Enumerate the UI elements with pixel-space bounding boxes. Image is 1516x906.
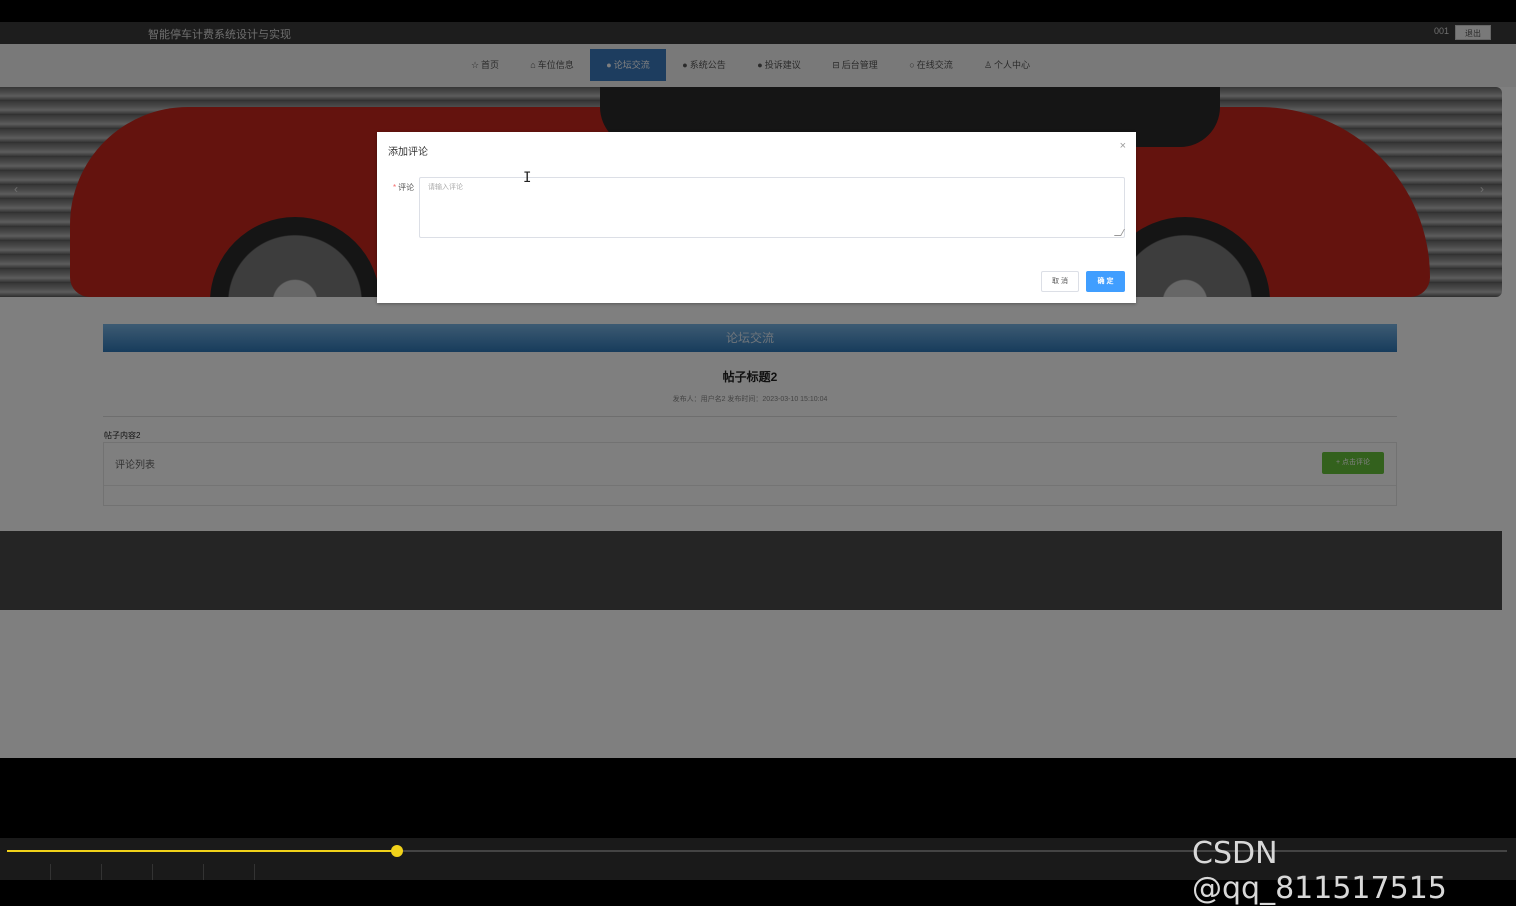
- text-cursor-icon: I: [523, 170, 532, 186]
- confirm-button[interactable]: 确 定: [1086, 271, 1125, 292]
- watermark: CSDN @qq_811517515: [1192, 836, 1447, 906]
- seek-knob[interactable]: [391, 845, 403, 857]
- control-cell[interactable]: [153, 864, 204, 880]
- page: 智能停车计费系统设计与实现 001 退出 ☆首页 ⌂车位信息 ●论坛交流 ●系统…: [0, 22, 1516, 758]
- control-cell[interactable]: [102, 864, 153, 880]
- resize-handle-icon[interactable]: [1113, 229, 1126, 236]
- required-mark: *: [393, 183, 397, 192]
- add-comment-dialog: 添加评论 × * 评论 请输入评论 I 取 消 确 定: [377, 132, 1136, 303]
- control-cell[interactable]: [0, 864, 51, 880]
- comment-textarea[interactable]: 请输入评论: [419, 177, 1126, 238]
- cancel-button[interactable]: 取 消: [1041, 271, 1079, 292]
- comment-field-label: * 评论: [393, 183, 415, 192]
- dialog-title: 添加评论: [388, 147, 428, 158]
- seek-progress: [7, 850, 397, 852]
- control-cell[interactable]: [204, 864, 255, 880]
- close-icon[interactable]: ×: [1120, 140, 1126, 152]
- comment-placeholder: 请输入评论: [428, 184, 463, 191]
- control-cell[interactable]: [51, 864, 102, 880]
